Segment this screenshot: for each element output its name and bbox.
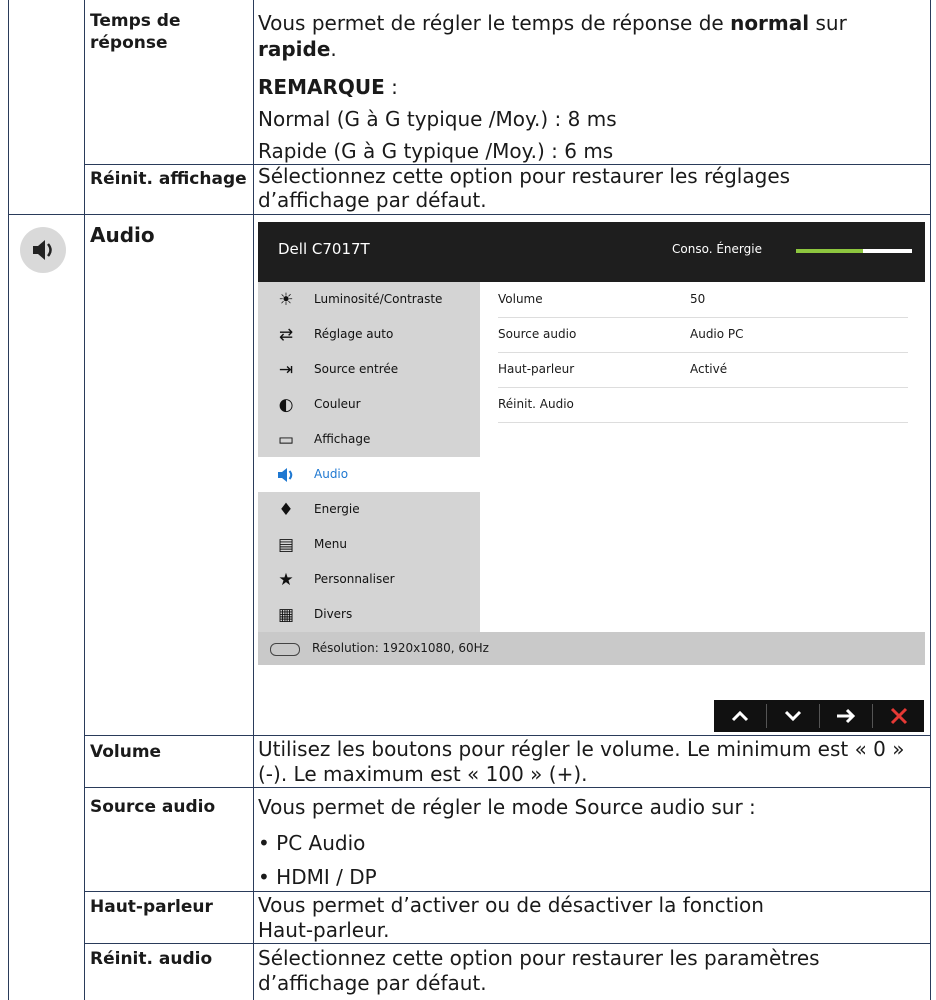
osd-menu-item-affichage[interactable]: ▭ Affichage (258, 422, 480, 457)
temps-text: Vous permet de régler le temps de répons… (258, 11, 731, 35)
osd-menu-item-label: Energie (314, 502, 360, 516)
row-divider (84, 787, 930, 788)
source-audio-description: Vous permet de régler le mode Source aud… (258, 795, 756, 819)
osd-menu-item-label: Affichage (314, 432, 371, 446)
osd-menu: Dell C7017T Conso. Énergie ☀ Luminosité/… (258, 222, 925, 665)
osd-menu-item-label: Couleur (314, 397, 361, 411)
temps-description: Vous permet de régler le temps de répons… (258, 10, 928, 62)
color-icon: ◐ (278, 395, 294, 415)
osd-setting-label: Haut-parleur (498, 362, 575, 376)
close-icon[interactable] (873, 700, 925, 732)
others-icon: ▦ (277, 605, 295, 625)
row-label-volume: Volume (90, 742, 162, 762)
osd-setting-reinit-audio[interactable]: Réinit. Audio (498, 387, 908, 423)
haut-parleur-description: Vous permet d’activer ou de désactiver l… (258, 893, 764, 942)
row-label-audio: Audio (90, 223, 155, 247)
reinit-affichage-description: Sélectionnez cette option pour restaurer… (258, 164, 791, 212)
osd-menu-item-label: Luminosité/Contraste (314, 292, 443, 306)
energy-icon: ♦ (278, 500, 294, 520)
row-label-temps-de-reponse: Temps de réponse (90, 11, 181, 53)
osd-menu-item-label: Divers (314, 607, 353, 621)
input-source-icon: ⇥ (278, 360, 294, 380)
osd-setting-label: Volume (498, 292, 543, 306)
remarque-line: REMARQUE : (258, 74, 398, 100)
temps-text: . (330, 37, 337, 61)
remarque-label: REMARQUE (258, 75, 385, 99)
osd-menu-item-couleur[interactable]: ◐ Couleur (258, 387, 480, 422)
energy-meter (796, 249, 912, 253)
normal-response-time: Normal (G à G typique /Moy.) : 8 ms (258, 107, 617, 131)
row-divider (8, 214, 930, 215)
energy-meter-fill (796, 249, 864, 253)
down-arrow-icon[interactable] (767, 700, 819, 732)
resolution-status: Résolution: 1920x1080, 60Hz (312, 641, 489, 655)
row-label-reinit-audio: Réinit. audio (90, 949, 213, 969)
manual-page: Temps de réponse Vous permet de régler l… (0, 0, 936, 1000)
table-column-divider (253, 0, 254, 1000)
osd-menu-item-personnaliser[interactable]: ★ Personnaliser (258, 562, 480, 597)
table-border-left (8, 0, 9, 1000)
osd-menu-item-divers[interactable]: ▦ Divers (258, 597, 480, 632)
temps-rapide-bold: rapide (258, 37, 331, 61)
osd-header: Dell C7017T Conso. Énergie (258, 222, 925, 282)
brightness-icon: ☀ (278, 290, 294, 310)
row-divider (84, 735, 930, 736)
row-label-haut-parleur: Haut-parleur (90, 897, 213, 917)
temps-text: sur (809, 11, 847, 35)
source-audio-option: • HDMI / DP (258, 865, 377, 889)
table-border-right (930, 0, 931, 1000)
osd-setting-haut-parleur[interactable]: Haut-parleur Activé (498, 352, 908, 388)
osd-setting-value: 50 (690, 292, 706, 306)
right-arrow-icon[interactable] (820, 700, 872, 732)
vga-connector-icon (270, 643, 300, 656)
osd-menu-item-label: Source entrée (314, 362, 399, 376)
source-audio-option: • PC Audio (258, 831, 366, 855)
osd-menu-item-reglage-auto[interactable]: ⇄ Réglage auto (258, 317, 480, 352)
star-icon: ★ (278, 570, 294, 590)
speaker-icon (276, 465, 296, 485)
osd-setting-label: Source audio (498, 327, 577, 341)
table-column-divider (84, 0, 85, 1000)
row-divider (84, 943, 930, 944)
osd-settings-panel: Volume 50 Source audio Audio PC Haut-par… (480, 282, 925, 632)
osd-menu-item-energie[interactable]: ♦ Energie (258, 492, 480, 527)
osd-menu-item-source-entree[interactable]: ⇥ Source entrée (258, 352, 480, 387)
osd-setting-source-audio[interactable]: Source audio Audio PC (498, 317, 908, 353)
rapide-response-time: Rapide (G à G typique /Moy.) : 6 ms (258, 139, 614, 163)
osd-menu-item-luminosite[interactable]: ☀ Luminosité/Contraste (258, 282, 480, 317)
volume-description: Utilisez les boutons pour régler le volu… (258, 737, 905, 786)
osd-menu-item-menu[interactable]: ▤ Menu (258, 527, 480, 562)
speaker-icon (20, 227, 66, 273)
up-arrow-icon[interactable] (714, 700, 766, 732)
osd-title: Dell C7017T (278, 240, 370, 258)
osd-menu-item-audio[interactable]: Audio (258, 457, 480, 492)
reinit-audio-description: Sélectionnez cette option pour restaurer… (258, 946, 820, 995)
row-label-source-audio: Source audio (90, 797, 216, 817)
temps-normal-bold: normal (730, 11, 810, 35)
osd-menu-item-label: Personnaliser (314, 572, 395, 586)
display-icon: ▭ (277, 430, 295, 450)
row-label-reinit-affichage: Réinit. affichage (90, 169, 247, 189)
osd-menu-item-label: Menu (314, 537, 347, 551)
remarque-colon: : (384, 75, 398, 99)
osd-setting-volume[interactable]: Volume 50 (498, 282, 908, 318)
auto-adjust-icon: ⇄ (278, 325, 294, 345)
osd-navigation-bar (714, 700, 924, 732)
osd-setting-value: Activé (690, 362, 728, 376)
osd-menu-item-label: Réglage auto (314, 327, 394, 341)
osd-footer: Résolution: 1920x1080, 60Hz (258, 632, 925, 665)
osd-menu-item-label: Audio (314, 467, 349, 481)
osd-setting-label: Réinit. Audio (498, 397, 574, 411)
osd-setting-value: Audio PC (690, 327, 744, 341)
osd-sidebar: ☀ Luminosité/Contraste ⇄ Réglage auto ⇥ … (258, 282, 480, 632)
row-divider (84, 891, 930, 892)
energy-label: Conso. Énergie (672, 242, 762, 256)
menu-icon: ▤ (277, 535, 295, 555)
